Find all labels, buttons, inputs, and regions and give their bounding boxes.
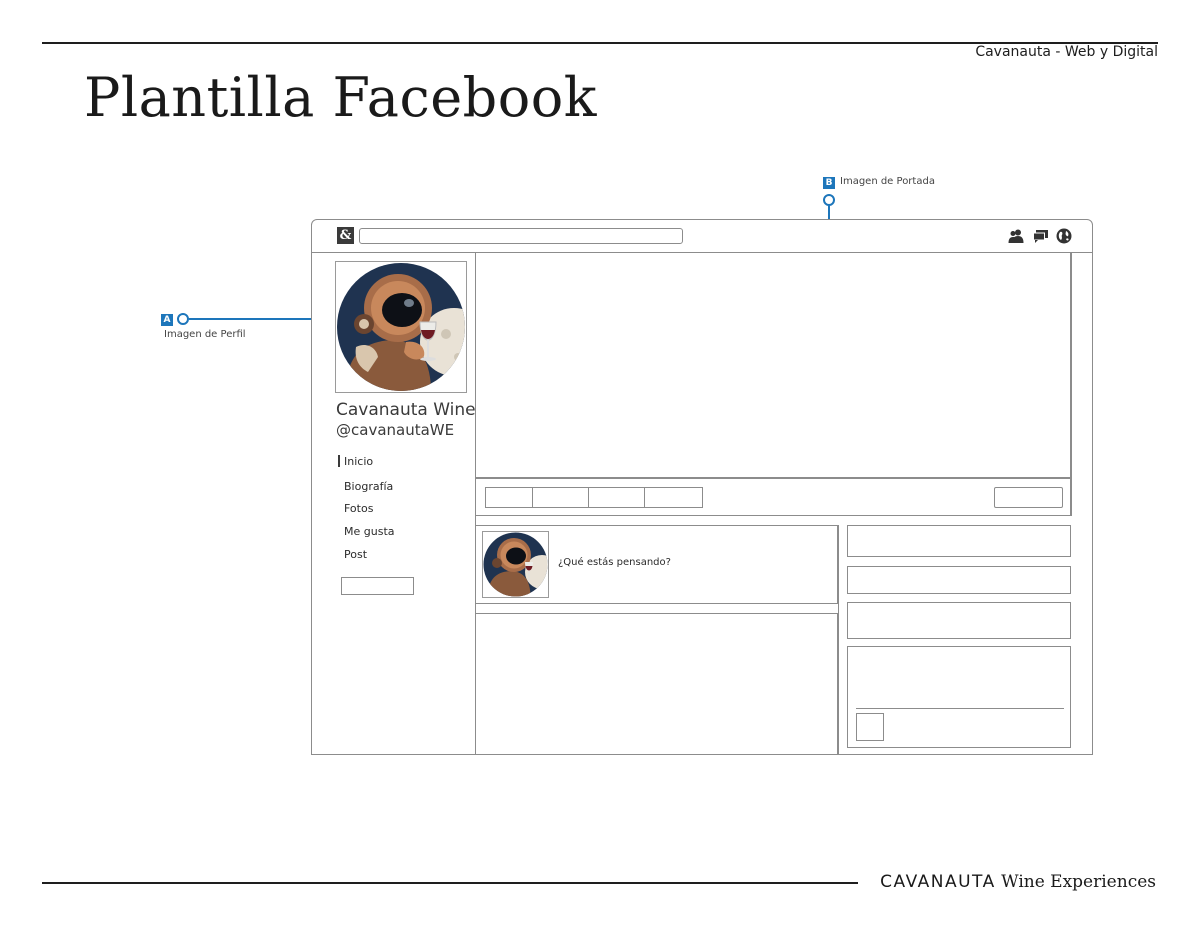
right-widget-3: [847, 602, 1071, 639]
document-header: Cavanauta - Web y Digital: [975, 44, 1158, 60]
page-handle: @cavanautaWE: [336, 421, 455, 439]
astronaut-avatar-small-icon: [483, 532, 548, 597]
composer-avatar: [482, 531, 549, 598]
right-widget-4-thumbnail[interactable]: [856, 713, 884, 741]
sidebar-button[interactable]: [341, 577, 414, 595]
nav-active-indicator: [338, 455, 340, 467]
page-tab-group: [485, 487, 703, 508]
globe-icon[interactable]: [1056, 228, 1072, 244]
right-frame-inner-line: [1071, 253, 1072, 516]
callout-b-label: Imagen de Portada: [840, 176, 935, 187]
page-tab-4[interactable]: [645, 488, 702, 507]
page-tab-2[interactable]: [533, 488, 589, 507]
nav-item-post[interactable]: Post: [344, 548, 367, 561]
footer-brand: CAVANAUTA Wine Experiences: [880, 872, 1156, 892]
page-tab-3[interactable]: [589, 488, 645, 507]
right-widget-4-divider: [856, 708, 1064, 709]
friends-icon[interactable]: [1008, 228, 1024, 244]
feed-right-divider: [838, 525, 839, 755]
right-widget-1: [847, 525, 1071, 557]
profile-picture[interactable]: [335, 261, 467, 393]
right-widget-2: [847, 566, 1071, 594]
nav-item-inicio[interactable]: Inicio: [344, 455, 373, 468]
site-logo-icon[interactable]: &: [337, 227, 354, 244]
nav-item-biografia[interactable]: Biografía: [344, 480, 393, 493]
callout-a-marker: [177, 313, 189, 325]
page-action-button[interactable]: [994, 487, 1063, 508]
cover-image[interactable]: [475, 253, 1071, 478]
astronaut-avatar-icon: [337, 263, 465, 391]
nav-item-fotos[interactable]: Fotos: [344, 502, 373, 515]
page-name: Cavanauta Wine: [336, 400, 476, 420]
composer-prompt[interactable]: ¿Qué estás pensando?: [558, 557, 671, 568]
messages-icon[interactable]: [1033, 228, 1049, 244]
page-title: Plantilla Facebook: [84, 66, 597, 129]
callout-a-label: Imagen de Perfil: [164, 329, 246, 340]
callout-b-badge: B: [823, 177, 835, 189]
footer-brand-name: CAVANAUTA: [880, 872, 996, 892]
feed-post: [475, 613, 838, 755]
nav-item-me-gusta[interactable]: Me gusta: [344, 525, 395, 538]
callout-a-badge: A: [161, 314, 173, 326]
page-tab-1[interactable]: [486, 488, 533, 507]
bottom-rule: [42, 882, 858, 884]
footer-brand-sub: Wine Experiences: [1001, 872, 1156, 892]
search-input[interactable]: [359, 228, 683, 244]
